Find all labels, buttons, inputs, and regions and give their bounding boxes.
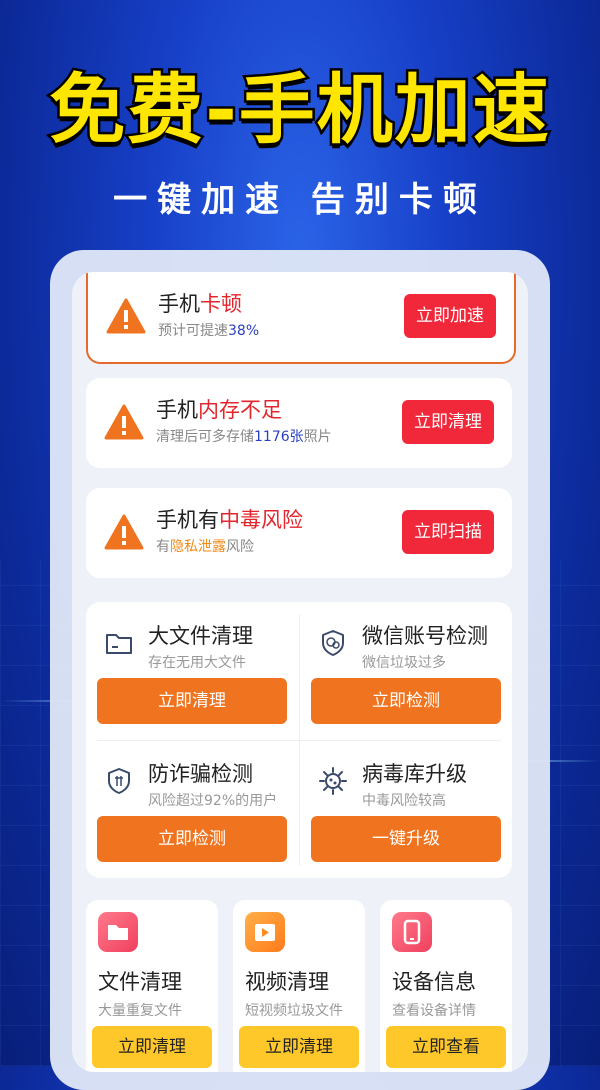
tool-subtitle: 存在无用大文件	[148, 655, 246, 671]
tool-virus-db-upgrade: 病毒库升级 中毒风险较高 一键升级	[300, 740, 513, 878]
mini-title: 视频清理	[245, 970, 329, 994]
scan-button[interactable]: 立即扫描	[402, 510, 494, 554]
tool-subtitle: 微信垃圾过多	[362, 655, 446, 671]
device-info-button[interactable]: 立即查看	[386, 1026, 506, 1068]
alert-card-lag: 手机卡顿 预计可提速38% 立即加速	[86, 272, 516, 364]
wechat-check-button[interactable]: 立即检测	[311, 678, 501, 724]
wechat-shield-icon	[322, 630, 344, 656]
phone-icon	[392, 912, 432, 952]
alert-subtitle: 有隐私泄露风险	[156, 539, 254, 555]
speed-up-button[interactable]: 立即加速	[404, 294, 496, 338]
mini-card-device-info: 设备信息 查看设备详情 立即查看	[380, 900, 512, 1072]
mini-title: 设备信息	[392, 970, 476, 994]
tool-anti-fraud: 防诈骗检测 风险超过92%的用户 立即检测	[86, 740, 299, 878]
video-clean-button[interactable]: 立即清理	[239, 1026, 359, 1068]
alert-title: 手机内存不足	[156, 398, 282, 422]
mini-subtitle: 短视频垃圾文件	[245, 1003, 343, 1019]
alert-card-virus: 手机有中毒风险 有隐私泄露风险 立即扫描	[86, 488, 512, 578]
tool-title: 防诈骗检测	[148, 762, 253, 786]
warning-icon	[104, 404, 144, 440]
large-file-clean-button[interactable]: 立即清理	[97, 678, 287, 724]
mini-subtitle: 查看设备详情	[392, 1003, 476, 1019]
tool-title: 病毒库升级	[362, 762, 467, 786]
alert-subtitle: 清理后可多存储1176张照片	[156, 429, 332, 445]
mini-subtitle: 大量重复文件	[98, 1003, 182, 1019]
headline: 免费-手机加速	[47, 63, 552, 157]
shield-icon	[108, 768, 130, 794]
tools-panel: 大文件清理 存在无用大文件 立即清理 微信账号检测 微信垃圾过多 立即检测 防诈…	[86, 602, 512, 878]
video-icon	[245, 912, 285, 952]
warning-icon	[104, 514, 144, 550]
file-clean-button[interactable]: 立即清理	[92, 1026, 212, 1068]
tool-wechat-check: 微信账号检测 微信垃圾过多 立即检测	[300, 602, 513, 740]
tool-title: 大文件清理	[148, 624, 253, 648]
phone-screen: 手机卡顿 预计可提速38% 立即加速 手机内存不足 清理后可多存储1176张照片…	[72, 272, 528, 1072]
warning-icon	[106, 298, 146, 334]
alert-subtitle: 预计可提速38%	[158, 323, 260, 339]
tool-title: 微信账号检测	[362, 624, 488, 648]
anti-fraud-check-button[interactable]: 立即检测	[97, 816, 287, 862]
folder-icon	[106, 634, 132, 654]
mini-card-file-clean: 文件清理 大量重复文件 立即清理	[86, 900, 218, 1072]
clean-button[interactable]: 立即清理	[402, 400, 494, 444]
alert-card-memory: 手机内存不足 清理后可多存储1176张照片 立即清理	[86, 378, 512, 468]
tool-subtitle: 中毒风险较高	[362, 793, 446, 809]
mini-card-video-clean: 视频清理 短视频垃圾文件 立即清理	[233, 900, 365, 1072]
subline: 一键加速 告别卡顿	[113, 180, 487, 220]
mini-title: 文件清理	[98, 970, 182, 994]
virus-icon	[319, 767, 347, 795]
tool-subtitle: 风险超过92%的用户	[148, 793, 278, 809]
alert-title: 手机有中毒风险	[156, 508, 303, 532]
alert-title: 手机卡顿	[158, 292, 242, 316]
folder-icon	[98, 912, 138, 952]
tool-large-file-clean: 大文件清理 存在无用大文件 立即清理	[86, 602, 299, 740]
virus-db-upgrade-button[interactable]: 一键升级	[311, 816, 501, 862]
